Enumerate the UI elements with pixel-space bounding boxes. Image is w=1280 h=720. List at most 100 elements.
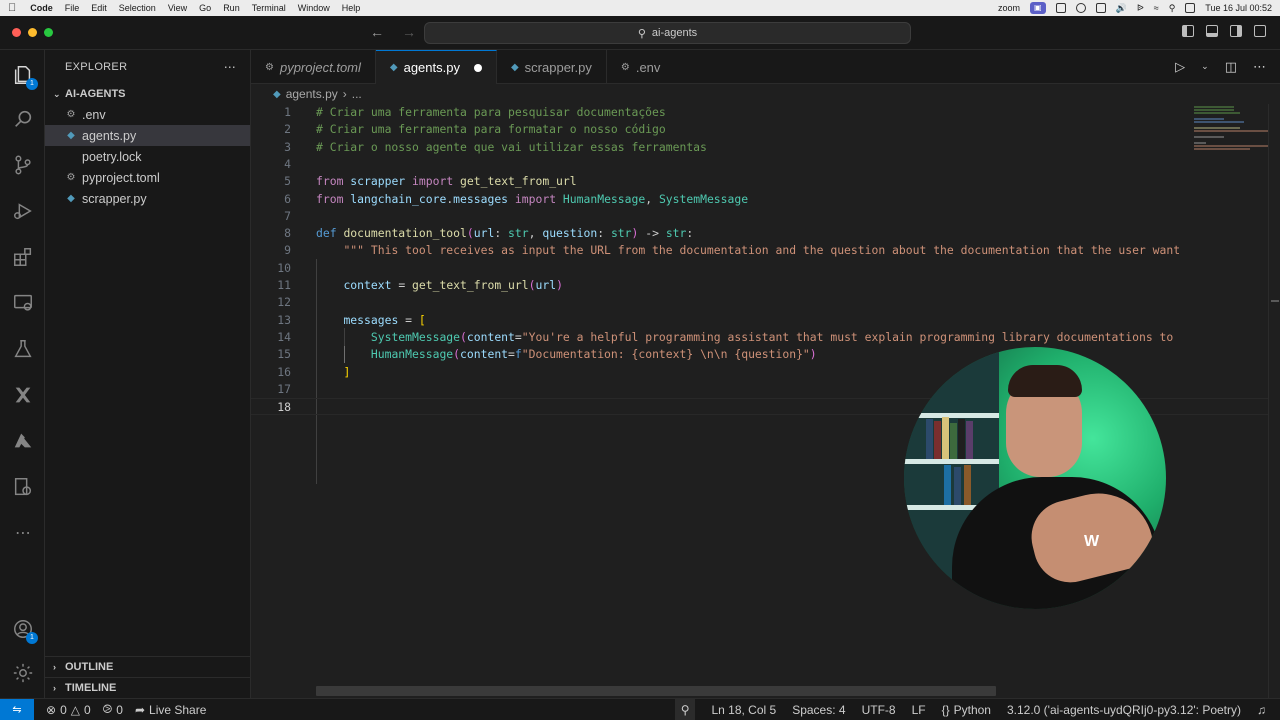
maximize-window-button[interactable] <box>44 28 53 37</box>
timeline-panel[interactable]: › TIMELINE <box>45 677 250 698</box>
code-line[interactable]: 15 HumanMessage(content=f"Documentation:… <box>251 346 1268 363</box>
file-env[interactable]: ⚙ .env <box>45 104 250 125</box>
menu-app[interactable]: Code <box>30 3 53 13</box>
code-line[interactable]: 12 <box>251 294 1268 311</box>
code-line[interactable]: 8 def documentation_tool(url: str, questi… <box>251 225 1268 242</box>
menu-selection[interactable]: Selection <box>119 3 156 13</box>
menu-edit[interactable]: Edit <box>91 3 107 13</box>
extensions-icon[interactable] <box>10 244 36 270</box>
bluetooth-icon[interactable]: ᐉ <box>1137 3 1144 14</box>
docker-settings-icon[interactable] <box>10 474 36 500</box>
remote-indicator-icon[interactable]: ⇋ <box>0 698 34 720</box>
code-line[interactable]: 7 <box>251 208 1268 225</box>
zoom-icon[interactable]: ⚲ <box>674 698 696 720</box>
chevron-down-icon[interactable]: ⌄ <box>1201 61 1209 72</box>
menu-help[interactable]: Help <box>342 3 361 13</box>
code-line[interactable]: 2 # Criar uma ferramenta para formatar o … <box>251 121 1268 138</box>
file-poetry-lock[interactable]: poetry.lock <box>45 146 250 167</box>
control-center-icon[interactable] <box>1185 3 1196 13</box>
bell-icon[interactable]: ♫ <box>1257 703 1266 717</box>
code-line[interactable]: 14 SystemMessage(content="You're a helpf… <box>251 329 1268 346</box>
encoding[interactable]: UTF-8 <box>862 703 896 717</box>
toggle-sidebar-icon[interactable] <box>1182 25 1194 37</box>
azure-icon[interactable] <box>10 428 36 454</box>
screen-share-icon[interactable]: ▣ <box>1030 2 1046 14</box>
tools-x-icon[interactable] <box>10 382 36 408</box>
file-pyproject-toml[interactable]: ⚙ pyproject.toml <box>45 167 250 188</box>
scroll-thumb[interactable] <box>1271 300 1279 302</box>
code-line[interactable]: 6 from langchain_core.messages import Hum… <box>251 191 1268 208</box>
search-icon[interactable] <box>10 106 36 132</box>
unsaved-dot-icon[interactable] <box>473 63 482 72</box>
settings-gear-icon[interactable] <box>10 660 36 686</box>
problems-status[interactable]: ⊗ 0 △ 0 <box>46 703 91 717</box>
code-line[interactable]: 13 messages = [ <box>251 312 1268 329</box>
remote-explorer-icon[interactable] <box>10 290 36 316</box>
tab-env[interactable]: ⚙ .env <box>607 50 675 84</box>
minimize-window-button[interactable] <box>28 28 37 37</box>
account-icon[interactable]: 1 <box>10 616 38 644</box>
code-line[interactable]: 3 # Criar o nosso agente que vai utilizar… <box>251 139 1268 156</box>
cursor-position[interactable]: Ln 18, Col 5 <box>711 703 776 717</box>
vertical-scrollbar[interactable] <box>1268 104 1280 698</box>
line-ending[interactable]: LF <box>912 703 926 717</box>
clock[interactable]: Tue 16 Jul 00:52 <box>1205 3 1272 13</box>
toggle-secondary-sidebar-icon[interactable] <box>1230 25 1242 37</box>
tab-scrapper-py[interactable]: ◆ scrapper.py <box>497 50 607 84</box>
command-center-search[interactable]: ⚲ ai-agents <box>424 22 911 44</box>
code-line[interactable]: 10 <box>251 260 1268 277</box>
code-line[interactable]: 1 # Criar uma ferramenta para pesquisar d… <box>251 104 1268 121</box>
code-line[interactable]: 5 from scrapper import get_text_from_url <box>251 173 1268 190</box>
display-icon[interactable] <box>1095 3 1106 13</box>
folder-ai-agents[interactable]: ⌄ AI-AGENTS <box>45 84 250 104</box>
horizontal-scrollbar[interactable] <box>316 686 996 696</box>
file-scrapper-py[interactable]: ◆ scrapper.py <box>45 188 250 209</box>
gear-icon: ⚙ <box>620 61 630 73</box>
more-actions-icon[interactable]: ⋯ <box>1253 59 1266 75</box>
testing-icon[interactable] <box>10 336 36 362</box>
wifi-icon[interactable]: ≈ <box>1154 3 1159 13</box>
code-line[interactable]: 4 <box>251 156 1268 173</box>
file-agents-py[interactable]: ◆ agents.py <box>45 125 250 146</box>
volume-icon[interactable]: 🔊 <box>1116 3 1127 14</box>
close-window-button[interactable] <box>12 28 21 37</box>
ports-status[interactable]: ⧁ 0 <box>103 702 123 717</box>
split-editor-icon[interactable]: ◫ <box>1225 59 1237 75</box>
menu-terminal[interactable]: Terminal <box>252 3 286 13</box>
live-share-icon: ➦ <box>134 702 146 717</box>
menu-go[interactable]: Go <box>199 3 211 13</box>
code-line[interactable]: 9 """ This tool receives as input the UR… <box>251 242 1268 259</box>
menu-run[interactable]: Run <box>223 3 240 13</box>
back-arrow-icon[interactable]: ← <box>370 24 384 40</box>
run-icon[interactable]: ▷ <box>1175 59 1185 75</box>
more-actions-icon[interactable]: ⋯ <box>224 60 236 74</box>
menu-view[interactable]: View <box>168 3 187 13</box>
indentation[interactable]: Spaces: 4 <box>792 703 845 717</box>
more-views-icon[interactable]: ⋯ <box>10 520 36 546</box>
menu-file[interactable]: File <box>65 3 80 13</box>
menu-window[interactable]: Window <box>298 3 330 13</box>
source-control-icon[interactable] <box>10 152 36 178</box>
live-share-button[interactable]: ➦ Live Share <box>135 703 206 717</box>
zoom-label[interactable]: zoom <box>998 3 1020 13</box>
run-debug-icon[interactable] <box>10 198 36 224</box>
forward-arrow-icon[interactable]: → <box>402 24 416 40</box>
explorer-badge: 1 <box>26 78 38 90</box>
explorer-icon[interactable]: 1 <box>10 62 38 90</box>
minimap[interactable] <box>1186 104 1268 698</box>
breadcrumb-file[interactable]: agents.py <box>286 87 338 101</box>
outline-panel[interactable]: › OUTLINE <box>45 656 250 677</box>
breadcrumb-rest[interactable]: ... <box>352 87 362 101</box>
tools-icon[interactable] <box>1055 3 1066 13</box>
language-mode[interactable]: {} Python <box>942 703 991 717</box>
customize-layout-icon[interactable] <box>1254 25 1266 37</box>
record-icon[interactable] <box>1075 3 1086 13</box>
tab-agents-py[interactable]: ◆ agents.py <box>375 50 497 84</box>
toggle-panel-icon[interactable] <box>1206 25 1218 37</box>
apple-icon[interactable]:  <box>8 2 16 14</box>
code-line[interactable]: 11 context = get_text_from_url(url) <box>251 277 1268 294</box>
tab-pyproject-toml[interactable]: ⚙ pyproject.toml <box>251 50 376 84</box>
error-count: 0 <box>60 702 67 717</box>
python-interpreter[interactable]: 3.12.0 ('ai-agents-uydQRIj0-py3.12': Poe… <box>1007 703 1241 717</box>
search-icon[interactable]: ⚲ <box>1169 3 1176 14</box>
